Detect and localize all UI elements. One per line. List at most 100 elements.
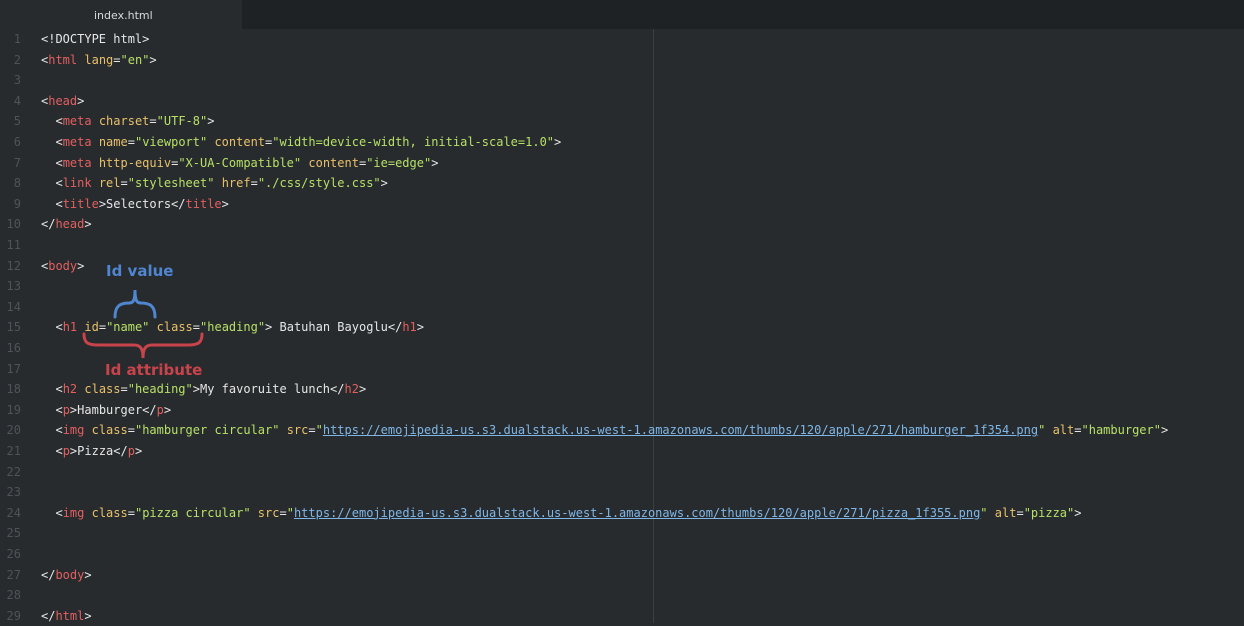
code-token: "heading" (200, 320, 266, 335)
code-token: >My favoruite lunch</ (192, 382, 345, 397)
code-token: html (48, 52, 78, 67)
code-line: 23 (0, 482, 1244, 503)
code-token: "pizza circular" (134, 505, 251, 520)
code-token: link (62, 176, 92, 191)
line-number: 21 (6, 444, 21, 458)
code-text: <meta name="viewport" content="width=dev… (41, 132, 561, 153)
code-token: > (1074, 505, 1082, 520)
code-token: "pizza" (1023, 505, 1075, 520)
code-text: </body> (41, 565, 92, 586)
code-token: src (257, 505, 280, 520)
code-text: <meta http-equiv="X-UA-Compatible" conte… (41, 153, 438, 174)
code-line: 7 <meta http-equiv="X-UA-Compatible" con… (0, 153, 1244, 174)
code-line: 11 (0, 235, 1244, 256)
code-token: = (113, 52, 121, 67)
code-line: 22 (0, 462, 1244, 483)
code-text: <meta charset="UTF-8"> (41, 111, 214, 132)
line-number: 18 (6, 382, 21, 397)
code-editor[interactable]: 1 <!DOCTYPE html> 2 <html lang="en"> 3 4 <head… (0, 29, 1244, 623)
tab-index-html[interactable]: index.html (0, 0, 242, 29)
line-number: 13 (6, 279, 21, 294)
code-token: img (62, 423, 85, 438)
line-number: 15 (6, 320, 21, 335)
line-number: 25 (6, 526, 21, 541)
line-number: 6 (13, 135, 21, 149)
line-number: 11 (6, 238, 21, 252)
code-line: 13 (0, 276, 1244, 297)
line-number: 24 (6, 505, 21, 520)
code-token: > (84, 567, 92, 582)
code-token: < (41, 196, 63, 211)
code-token: img (62, 505, 85, 520)
code-token: < (41, 320, 63, 335)
line-number: 27 (6, 567, 21, 582)
code-token: "hamburger circular" (134, 423, 280, 438)
code-text: <body> (41, 256, 84, 277)
code-token: "ie=edge" (366, 155, 432, 170)
code-token: > Batuhan Bayoglu</ (265, 320, 403, 335)
code-token: < (41, 114, 63, 129)
code-token: p (62, 402, 70, 417)
code-token: title (62, 196, 99, 211)
code-token: > (416, 320, 425, 335)
code-token: = (127, 423, 135, 438)
code-token: < (41, 176, 63, 191)
code-token: h2 (344, 382, 359, 397)
code-token: charset (98, 114, 150, 129)
code-line: 5 <meta charset="UTF-8"> (0, 111, 1244, 132)
code-token: " (980, 505, 988, 520)
line-number: 12 (6, 258, 21, 273)
code-token: > (84, 217, 92, 232)
code-token: src (286, 423, 309, 438)
line-number: 8 (13, 176, 21, 191)
code-token: lang (84, 52, 114, 67)
code-line: 26 (0, 544, 1244, 565)
code-token: > (77, 93, 85, 108)
code-line: 20 <img class="hamburger circular" src="… (0, 420, 1244, 441)
code-text: <html lang="en"> (41, 50, 157, 71)
code-link[interactable]: https://emojipedia-us.s3.dualstack.us-we… (323, 423, 1038, 437)
code-line: 1 <!DOCTYPE html> (0, 29, 1244, 50)
code-token: h1 (62, 320, 78, 335)
annotation-id-value: Id value (106, 262, 174, 280)
code-line: 8 <link rel="stylesheet" href="./css/sty… (0, 173, 1244, 194)
code-text: <img class="pizza circular" src="https:/… (41, 503, 1082, 524)
code-line: 14 (0, 297, 1244, 318)
code-line: 18 <h2 class="heading">My favoruite lunc… (0, 379, 1244, 400)
code-token: < (41, 135, 63, 149)
annotation-id-attribute: Id attribute (105, 361, 203, 379)
code-line: 9 <title>Selectors</title> (0, 194, 1244, 215)
code-link[interactable]: https://emojipedia-us.s3.dualstack.us-we… (294, 506, 980, 520)
code-token: > (207, 114, 215, 129)
code-token: = (120, 382, 128, 397)
code-token: p (127, 444, 135, 458)
code-token: meta (62, 114, 92, 129)
code-token: = (120, 176, 128, 191)
line-number: 26 (6, 547, 21, 561)
code-token: meta (62, 155, 92, 170)
code-token: html (55, 608, 85, 623)
code-token: href (221, 176, 251, 191)
line-number: 20 (6, 423, 21, 438)
code-token: "./css/style.css" (257, 176, 381, 191)
code-token: "stylesheet" (127, 176, 215, 191)
code-text: <h2 class="heading">My favoruite lunch</… (41, 379, 366, 400)
code-token: = (308, 423, 316, 438)
code-token: h2 (62, 382, 78, 397)
code-text: </head> (41, 214, 92, 235)
code-token: >Pizza</ (69, 444, 128, 458)
code-token: < (41, 505, 63, 520)
code-token: > (380, 176, 388, 191)
code-token: head (48, 93, 78, 108)
code-token: title (185, 196, 222, 211)
code-token: < (41, 155, 63, 170)
code-token: "heading" (127, 382, 193, 397)
id-attribute-brace-icon (82, 332, 204, 359)
